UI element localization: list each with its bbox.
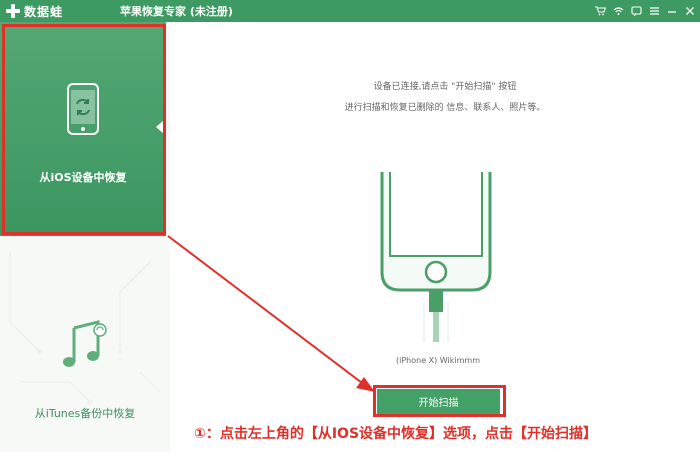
highlight-box-sidebar [2, 24, 166, 235]
menu-icon[interactable] [648, 5, 660, 17]
instruction-annotation: ①：点击左上角的【从IOS设备中恢复】选项，点击【开始扫描】 [194, 426, 598, 442]
title-bar: 数据蛙 苹果恢复专家 (未注册) [0, 0, 700, 22]
connection-hint-line2: 进行扫描和恢复已删除的 信息、联系人、照片等。 [344, 103, 546, 113]
app-logo: 数据蛙 [0, 3, 110, 20]
minimize-icon[interactable] [666, 5, 678, 17]
logo-cross-icon [6, 4, 20, 18]
device-name-label: (iPhone X) Wikimmm [395, 356, 480, 365]
window-title: 苹果恢复专家 (未注册) [120, 5, 233, 18]
feedback-icon[interactable] [630, 5, 642, 17]
sidebar-item-label: 从iTunes备份中恢复 [34, 407, 136, 420]
cart-icon[interactable] [594, 5, 606, 17]
highlight-box-scan-button [373, 385, 506, 417]
connection-hint-line1: 设备已连接,请点击 "开始扫描" 按钮 [373, 82, 517, 92]
close-icon[interactable] [684, 5, 696, 17]
wifi-icon[interactable] [612, 5, 624, 17]
logo-text: 数据蛙 [24, 4, 64, 19]
window-controls [594, 0, 696, 22]
sidebar-item-itunes-backup[interactable]: 从iTunes备份中恢复 [0, 272, 170, 442]
music-note-icon [63, 320, 107, 367]
connected-iphone-illustration [380, 172, 492, 342]
